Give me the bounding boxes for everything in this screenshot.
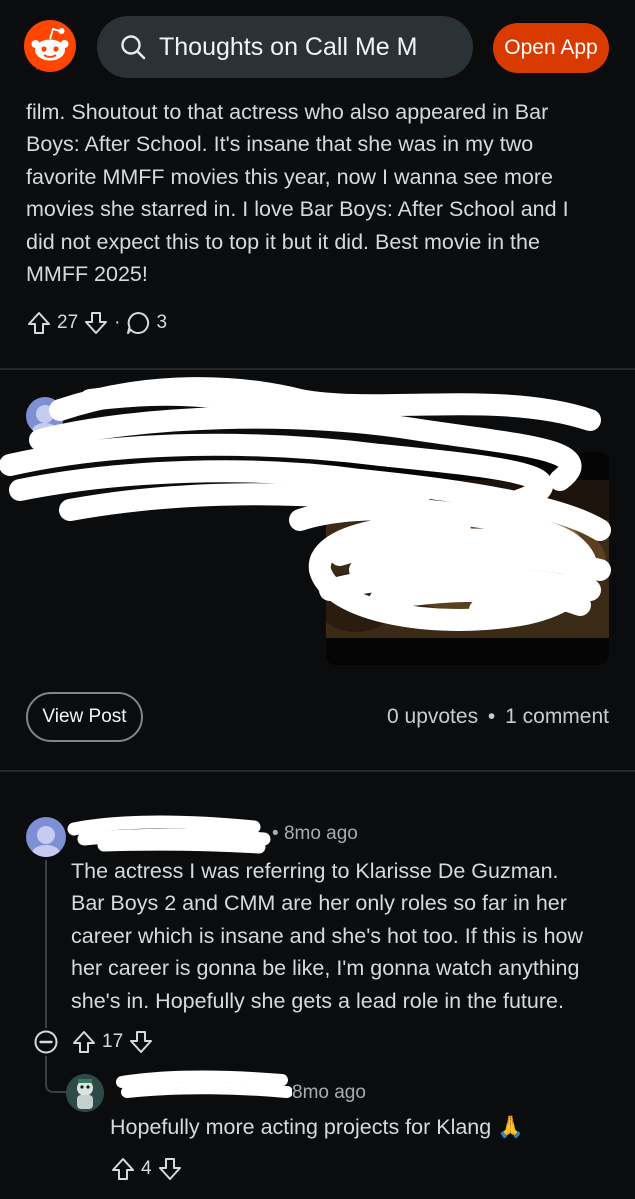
thread-line bbox=[45, 860, 47, 1028]
upvote-icon[interactable] bbox=[110, 1156, 136, 1182]
comment-line: favorite MMFF movies this year, now I wa… bbox=[26, 164, 553, 189]
downvote-icon[interactable] bbox=[128, 1029, 154, 1055]
top-bar: Thoughts on Call Me M Open App bbox=[0, 0, 635, 90]
comment-line: The actress I was referring to Klarisse … bbox=[71, 859, 559, 883]
comment-line: movies she starred in. I love Bar Boys: … bbox=[26, 197, 569, 222]
comment-line: Bar Boys 2 and CMM are her only roles so… bbox=[71, 891, 567, 916]
comment-line: MMFF 2025! bbox=[26, 262, 148, 287]
upvote-stat: 0 upvotes bbox=[387, 705, 479, 728]
separator-dot: · bbox=[114, 312, 121, 333]
comment-body: film. Shoutout to that actress who also … bbox=[26, 96, 616, 290]
comment-meta: 8mo ago bbox=[292, 1080, 366, 1106]
avatar[interactable] bbox=[66, 1074, 104, 1112]
reply-body: Hopefully more acting projects for Klang… bbox=[110, 1111, 610, 1143]
divider bbox=[0, 368, 635, 370]
upvote-icon[interactable] bbox=[71, 1029, 97, 1055]
separator-dot: • bbox=[487, 705, 496, 728]
default-avatar-icon bbox=[32, 826, 60, 857]
reply-body: The actress I was referring to Klarisse … bbox=[71, 855, 616, 1017]
reply-actions: 4 bbox=[110, 1154, 183, 1184]
comment-line: Hopefully more acting projects for Klang… bbox=[110, 1111, 610, 1143]
comment-time: 8mo ago bbox=[292, 1082, 366, 1103]
comment-line: film. Shoutout to that actress who also … bbox=[26, 100, 549, 124]
view-post-button[interactable]: View Post bbox=[26, 692, 143, 742]
upvote-icon[interactable] bbox=[26, 310, 52, 336]
comment-time: 8mo ago bbox=[283, 823, 358, 844]
reply-actions: 17 bbox=[71, 1027, 154, 1057]
divider bbox=[0, 770, 635, 772]
user-avatar-icon bbox=[66, 1074, 104, 1112]
reply-bubble-icon[interactable] bbox=[125, 310, 151, 336]
redaction-scribble bbox=[67, 815, 271, 854]
reply-count: 3 bbox=[156, 312, 168, 333]
comment-actions: 27 · 3 bbox=[26, 308, 167, 338]
comment-line: she's in. Hopefully she gets a lead role… bbox=[71, 988, 564, 1013]
avatar[interactable] bbox=[26, 397, 64, 435]
post-thumbnail[interactable] bbox=[326, 452, 609, 665]
upvote-count: 4 bbox=[141, 1158, 152, 1179]
reddit-logo-icon[interactable] bbox=[24, 20, 76, 72]
comment-stat[interactable]: 1 comment bbox=[505, 705, 609, 728]
downvote-icon[interactable] bbox=[157, 1156, 183, 1182]
upvote-count: 17 bbox=[102, 1031, 124, 1052]
comment-line: Boys: After School. It's insane that she… bbox=[26, 132, 534, 157]
comment-line: did not expect this to top it but it did… bbox=[26, 229, 540, 254]
downvote-icon[interactable] bbox=[83, 310, 109, 336]
search-bar[interactable]: Thoughts on Call Me M bbox=[97, 16, 550, 78]
comment-line: career which is insane and she's hot too… bbox=[71, 923, 584, 948]
open-app-button[interactable]: Open App bbox=[493, 23, 609, 73]
comment-meta: • 8mo ago bbox=[272, 821, 358, 847]
search-icon bbox=[121, 35, 146, 60]
comment-line: her career is gonna be like, I'm gonna w… bbox=[71, 956, 580, 981]
more-options-icon[interactable] bbox=[566, 401, 602, 427]
search-query[interactable]: Thoughts on Call Me M bbox=[159, 30, 429, 64]
pray-emoji: 🙏 bbox=[497, 1115, 524, 1139]
reply-text: Hopefully more acting projects for Klang bbox=[110, 1115, 492, 1139]
collapse-icon[interactable] bbox=[33, 1029, 59, 1055]
post-stats: 0 upvotes • 1 comment bbox=[300, 700, 609, 734]
redaction-scribble bbox=[116, 1070, 292, 1098]
upvote-count: 27 bbox=[57, 312, 79, 333]
avatar[interactable] bbox=[26, 817, 66, 857]
default-avatar-icon bbox=[32, 405, 58, 435]
meta-dot: • bbox=[272, 823, 284, 844]
